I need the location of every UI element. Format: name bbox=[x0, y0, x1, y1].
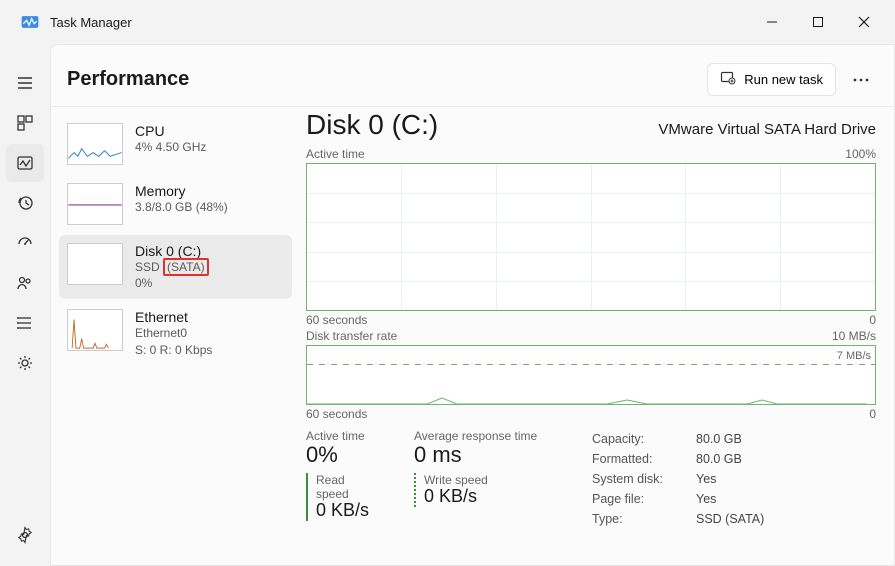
page-header: Performance Run new task bbox=[51, 45, 894, 107]
hamburger-icon[interactable] bbox=[6, 64, 44, 102]
nav-processes[interactable] bbox=[6, 104, 44, 142]
nav-rail bbox=[0, 44, 50, 566]
nav-performance[interactable] bbox=[6, 144, 44, 182]
maximize-button[interactable] bbox=[795, 6, 841, 38]
page-title: Performance bbox=[67, 68, 189, 91]
sidebar-item-sub2: 0% bbox=[135, 275, 209, 291]
chart-top-left-label: Active time bbox=[306, 147, 365, 161]
stat-write: 0 KB/s bbox=[424, 487, 488, 507]
sidebar-item-sub: 4% 4.50 GHz bbox=[135, 139, 206, 155]
sidebar-item-memory[interactable]: Memory 3.8/8.0 GB (48%) bbox=[59, 175, 292, 233]
detail-pane: Disk 0 (C:) VMware Virtual SATA Hard Dri… bbox=[296, 107, 894, 565]
nav-services[interactable] bbox=[6, 344, 44, 382]
sidebar-item-label: CPU bbox=[135, 123, 206, 139]
chart2-top-right-label: 10 MB/s bbox=[832, 329, 876, 343]
sidebar-item-label: Memory bbox=[135, 183, 228, 199]
stat-write-label: Write speed bbox=[424, 473, 488, 487]
active-time-chart bbox=[306, 163, 876, 311]
stat-active-time: 0% bbox=[306, 443, 396, 467]
disk-info-table: Capacity:80.0 GB Formatted:80.0 GB Syste… bbox=[592, 429, 876, 529]
perf-sidebar: CPU 4% 4.50 GHz Memory 3.8/8.0 GB (48%) … bbox=[51, 107, 296, 565]
window-title: Task Manager bbox=[50, 15, 132, 30]
sidebar-item-label: Disk 0 (C:) bbox=[135, 243, 209, 259]
chart2-foot-right: 0 bbox=[869, 407, 876, 421]
thumb-memory bbox=[67, 183, 123, 225]
sidebar-item-disk[interactable]: Disk 0 (C:) SSD (SATA) 0% bbox=[59, 235, 292, 299]
nav-settings[interactable] bbox=[6, 516, 44, 554]
close-button[interactable] bbox=[841, 6, 887, 38]
nav-users[interactable] bbox=[6, 264, 44, 302]
stat-active-time-label: Active time bbox=[306, 429, 396, 443]
minimize-button[interactable] bbox=[749, 6, 795, 38]
stat-avgresp: 0 ms bbox=[414, 443, 574, 467]
sidebar-item-sub: 3.8/8.0 GB (48%) bbox=[135, 199, 228, 215]
sidebar-item-label: Ethernet bbox=[135, 309, 212, 325]
detail-title: Disk 0 (C:) bbox=[306, 109, 438, 141]
chart-foot-right: 0 bbox=[869, 313, 876, 327]
chart2-foot-left: 60 seconds bbox=[306, 407, 367, 421]
transfer-rate-chart: 7 MB/s bbox=[306, 345, 876, 405]
run-task-label: Run new task bbox=[744, 72, 823, 87]
app-icon bbox=[16, 8, 44, 36]
sidebar-item-sub: SSD (SATA) bbox=[135, 259, 209, 275]
sidebar-item-sub: Ethernet0 bbox=[135, 325, 212, 341]
sidebar-item-sub2: S: 0 R: 0 Kbps bbox=[135, 342, 212, 358]
sidebar-item-cpu[interactable]: CPU 4% 4.50 GHz bbox=[59, 115, 292, 173]
stat-read-label: Read speed bbox=[316, 473, 380, 501]
thumb-disk bbox=[67, 243, 123, 285]
stat-read: 0 KB/s bbox=[316, 501, 380, 521]
sata-highlight: (SATA) bbox=[163, 258, 209, 276]
nav-details[interactable] bbox=[6, 304, 44, 342]
detail-device: VMware Virtual SATA Hard Drive bbox=[658, 121, 876, 138]
nav-startup[interactable] bbox=[6, 224, 44, 262]
chart-foot-left: 60 seconds bbox=[306, 313, 367, 327]
titlebar: Task Manager bbox=[0, 0, 895, 44]
run-task-icon bbox=[720, 70, 736, 89]
chart-top-right-label: 100% bbox=[845, 147, 876, 161]
sidebar-item-ethernet[interactable]: Ethernet Ethernet0 S: 0 R: 0 Kbps bbox=[59, 301, 292, 365]
nav-app-history[interactable] bbox=[6, 184, 44, 222]
chart2-top-left-label: Disk transfer rate bbox=[306, 329, 397, 343]
more-options-button[interactable] bbox=[844, 64, 878, 96]
thumb-cpu bbox=[67, 123, 123, 165]
thumb-ethernet bbox=[67, 309, 123, 351]
stat-avgresp-label: Average response time bbox=[414, 429, 574, 443]
run-new-task-button[interactable]: Run new task bbox=[707, 63, 836, 96]
